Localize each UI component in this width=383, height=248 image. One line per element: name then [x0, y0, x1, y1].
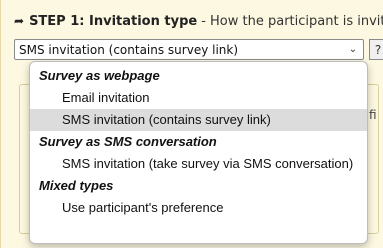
- optgroup-survey-as-webpage: Survey as webpage: [39, 68, 160, 83]
- step-1-header: ➦ STEP 1: Invitation type - How the part…: [14, 11, 383, 31]
- option-sms-invitation-link[interactable]: SMS invitation (contains survey link): [30, 109, 367, 131]
- option-email-invitation[interactable]: Email invitation: [30, 87, 367, 109]
- background-text-fragment: fi: [369, 108, 377, 122]
- step-title: STEP 1: Invitation type: [29, 13, 198, 29]
- option-sms-conversation[interactable]: SMS invitation (take survey via SMS conv…: [30, 153, 367, 175]
- option-participant-preference[interactable]: Use participant's preference: [30, 197, 367, 219]
- select-value: SMS invitation (contains survey link): [19, 42, 239, 57]
- invitation-type-dropdown-list: Survey as webpage Email invitation SMS i…: [29, 61, 368, 244]
- optgroup-survey-as-sms-conversation: Survey as SMS conversation: [39, 134, 217, 149]
- chevron-down-icon: ⌄: [348, 44, 358, 55]
- step-description: - How the participant is invited: [201, 13, 383, 29]
- share-arrow-icon: ➦: [14, 14, 25, 28]
- help-button[interactable]: ?: [369, 39, 383, 60]
- optgroup-mixed-types: Mixed types: [39, 178, 114, 193]
- invitation-type-select[interactable]: SMS invitation (contains survey link) ⌄: [14, 39, 364, 60]
